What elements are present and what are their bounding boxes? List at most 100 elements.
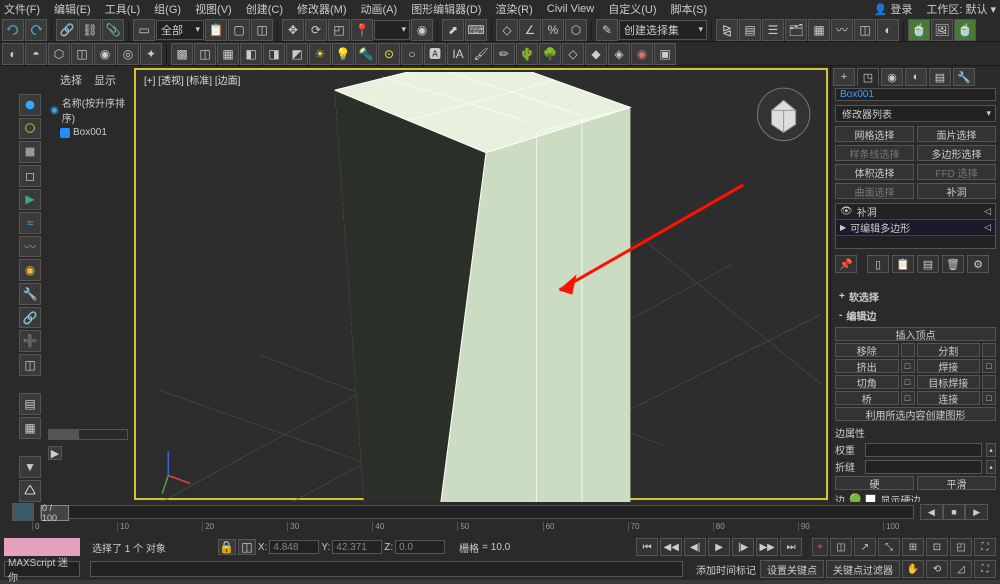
modifier-list-dropdown[interactable]: 修改器列表 [835,105,996,122]
tb2-spot[interactable]: 🔦 [355,43,377,65]
named-set-dropdown[interactable]: 创建选择集 [619,20,707,40]
bridge-button[interactable]: 桥 [835,391,899,405]
menu-tools[interactable]: 工具(L) [105,1,140,17]
tb2-brush1[interactable]: 🖌 [470,43,492,65]
scene-tab-display[interactable]: 显示 [94,72,116,88]
schematic-button[interactable]: ◫ [854,19,876,41]
sv-grid-button[interactable]: ▦ [19,417,41,439]
link-button[interactable]: 🔗 [56,19,78,41]
vpnav-3[interactable]: ◰ [950,538,972,556]
prompt-input[interactable] [90,561,683,577]
tb2-target[interactable]: ⊙ [378,43,400,65]
menu-group[interactable]: 组(G) [154,1,181,17]
vol-select-button[interactable]: 体积选择 [835,164,914,180]
sv-tool-wave2[interactable]: 〰 [19,236,41,258]
menu-graph[interactable]: 图形编辑器(D) [411,1,481,17]
hard-button[interactable]: 硬 [835,476,914,490]
menu-custom[interactable]: 自定义(U) [608,1,656,17]
sv-tool-1[interactable] [19,94,41,116]
workspace-dropdown[interactable]: 工作区: 默认 ▾ [926,1,996,17]
face-select-button[interactable]: 面片选择 [917,126,996,142]
cmd-tab-motion[interactable]: ◐ [905,68,927,86]
stack-tool-2[interactable]: 📋 [892,255,914,273]
next-key-button[interactable]: |▶ [732,538,754,556]
scene-tab-select[interactable]: 选择 [60,72,82,88]
tb2-misc2[interactable]: ◆ [585,43,607,65]
keymode-button[interactable]: ↗ [854,538,876,556]
weld-opt[interactable]: □ [982,359,996,373]
create-shape-button[interactable]: 利用所选内容创建图形 [835,407,996,421]
add-time-tag-checkbox[interactable]: 添加时间标记 [693,562,756,577]
menu-modifiers[interactable]: 修改器(M) [297,1,347,17]
align-button[interactable]: ▤ [739,19,761,41]
smooth-button[interactable]: 平滑 [917,476,996,490]
tb2-brush2[interactable]: ✏ [493,43,515,65]
tb2-tool1[interactable]: ◐ [2,43,24,65]
unlink-button[interactable]: ⛓ [79,19,101,41]
split-opt[interactable] [982,343,996,357]
lock-button[interactable]: 🔒 [218,539,236,555]
use-pivot-button[interactable]: ◉ [411,19,433,41]
y-input[interactable]: 42.371 [332,540,382,554]
sv-tool-link[interactable]: 🔗 [19,307,41,329]
set-key-button[interactable]: 设置关键点 [760,560,824,578]
select-by-name-button[interactable]: 📋 [205,19,227,41]
split-button[interactable]: 分割 [917,343,981,357]
selection-filter-dropdown[interactable]: 全部 [156,20,204,40]
vpnav-2[interactable]: ⊡ [926,538,948,556]
angle-snap-button[interactable]: ∠ [519,19,541,41]
scene-tree-header[interactable]: ◉ 名称(按升序排序) [48,94,128,126]
tb2-light3[interactable]: ▦ [217,43,239,65]
pin-stack-button[interactable]: 📌 [835,255,857,273]
cmd-tab-modify[interactable]: ◳ [857,68,879,86]
tb2-cam1[interactable]: 🅰 [424,43,446,65]
goto-start-button[interactable]: ⏮ [636,538,658,556]
ribbon-button[interactable]: ▦ [808,19,830,41]
vpn-max[interactable]: ⛶ [974,560,996,578]
trash-button[interactable]: 🗑 [942,255,964,273]
menu-script[interactable]: 脚本(S) [671,1,708,17]
menu-civil[interactable]: Civil View [547,3,594,15]
tb2-tree[interactable]: 🌳 [539,43,561,65]
time-slider[interactable]: 0 / 100 [40,505,914,519]
keymode-button2[interactable]: ⤡ [878,538,900,556]
prev-frame-button[interactable]: ◀◀ [660,538,682,556]
time-config-button[interactable] [12,503,34,521]
move-button[interactable]: ✥ [282,19,304,41]
mesh-select-button[interactable]: 网格选择 [835,126,914,142]
sv-tool-misc[interactable]: ◫ [19,354,41,376]
tb2-misc1[interactable]: ◇ [562,43,584,65]
snap-toggle-button[interactable]: ◇ [496,19,518,41]
render-button[interactable]: 🍵 [954,19,976,41]
select-manipulate-button[interactable]: ⬈ [442,19,464,41]
remove-opt[interactable] [901,343,915,357]
vpnav-4[interactable]: ⛶ [974,538,996,556]
rollout-soft-select[interactable]: +软选择 [831,287,1000,306]
rotate-button[interactable]: ⟳ [305,19,327,41]
tb2-tool5[interactable]: ◉ [94,43,116,65]
scene-hscroll[interactable] [48,429,128,440]
mirror-button[interactable]: ⧎ [716,19,738,41]
bind-button[interactable]: 📎 [102,19,124,41]
sv-tool-square[interactable]: ◻ [19,165,41,187]
object-name-field[interactable]: Box001 [835,88,996,101]
tb2-light4[interactable]: ◧ [240,43,262,65]
stack-tool-3[interactable]: ▤ [917,255,939,273]
sv-cone-button[interactable]: 🛆 [19,480,41,502]
autokey-button[interactable]: + [812,538,828,556]
render-setup-button[interactable]: 🍵 [908,19,930,41]
sv-tool-plus[interactable]: ➕ [19,330,41,352]
sv-list-button[interactable]: ▤ [19,393,41,415]
sv-tool-2[interactable] [19,118,41,140]
target-weld-button[interactable]: 目标焊接 [917,375,981,389]
menu-file[interactable]: 文件(F) [4,1,40,17]
nav-start[interactable]: ◀ [920,504,943,520]
play-button[interactable]: ▶ [708,538,730,556]
tb2-tool7[interactable]: ✦ [140,43,162,65]
vpn-orbit[interactable]: ⟲ [926,560,948,578]
expand-icon[interactable]: ▶ [840,223,846,232]
prev-key-button[interactable]: ◀| [684,538,706,556]
redo-button[interactable] [25,19,47,41]
vpnav-1[interactable]: ⊞ [902,538,924,556]
scene-explorer-button[interactable]: 🗂 [785,19,807,41]
